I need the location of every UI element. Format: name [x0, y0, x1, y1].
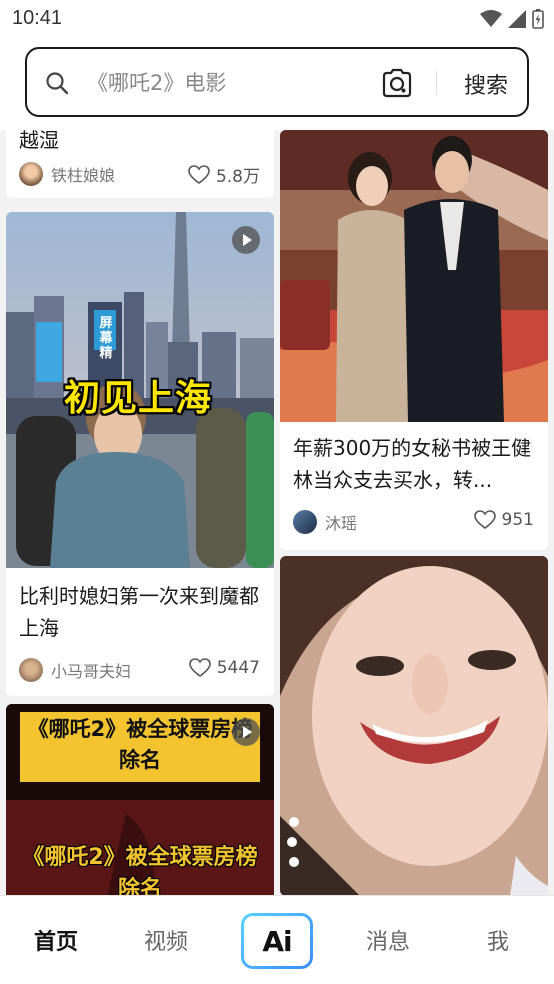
battery-icon — [532, 9, 544, 29]
author-name: 沐瑶 — [325, 514, 358, 533]
banquet-photo-image — [280, 130, 548, 422]
feed-card[interactable]: 越湿 铁柱娘娘 5.8万 — [6, 130, 274, 198]
wifi-icon — [480, 10, 502, 27]
portrait-photo-image — [280, 556, 548, 895]
feed[interactable]: 越湿 铁柱娘娘 5.8万 屏幕精 初见上海 比利时媳妇第一次来到魔都上海 小马哥… — [0, 130, 554, 895]
search-input[interactable] — [87, 69, 377, 97]
feed-card[interactable]: 《哪吒2》被全球票房榜除名 《哪吒2》被全球票房榜除名 — [6, 704, 274, 895]
card-title: 越湿 — [19, 130, 59, 152]
card-image[interactable] — [280, 130, 548, 422]
camera-search-icon[interactable] — [380, 68, 414, 98]
signal-icon — [508, 10, 526, 28]
like-count: 5.8万 — [215, 167, 260, 187]
card-image[interactable]: 屏幕精 初见上海 — [6, 212, 274, 568]
like-count: 5447 — [216, 658, 260, 678]
feed-card[interactable] — [280, 556, 548, 895]
ai-label: Ai — [244, 916, 310, 966]
nav-home[interactable]: 首页 — [16, 924, 96, 956]
video-play-icon — [232, 226, 260, 254]
heart-icon — [188, 164, 210, 184]
search-icon — [46, 72, 69, 95]
search-area: 搜索 — [0, 40, 554, 130]
like-count: 951 — [501, 510, 534, 530]
like-button[interactable]: 5447 — [188, 658, 260, 678]
author-name: 铁柱娘娘 — [51, 166, 116, 185]
like-button[interactable]: 951 — [473, 510, 534, 530]
like-button[interactable]: 5.8万 — [188, 162, 260, 187]
search-box[interactable]: 搜索 — [25, 47, 529, 117]
card-author[interactable]: 沐瑶 — [293, 510, 357, 534]
feed-card[interactable]: 屏幕精 初见上海 比利时媳妇第一次来到魔都上海 小马哥夫妇 5447 — [6, 212, 274, 696]
card-image[interactable] — [280, 556, 548, 895]
news-banner-top-text: 《哪吒2》被全球票房榜除名 — [27, 717, 253, 772]
nav-me[interactable]: 我 — [458, 924, 538, 956]
feed-card[interactable]: 年薪300万的女秘书被王健林当众支去买水，转... 沐瑶 951 — [280, 130, 548, 550]
author-name: 小马哥夫妇 — [51, 662, 132, 681]
nav-video[interactable]: 视频 — [126, 924, 206, 956]
card-author[interactable]: 小马哥夫妇 — [19, 658, 131, 682]
card-title: 年薪300万的女秘书被王健林当众支去买水，转... — [293, 436, 532, 492]
heart-icon — [473, 510, 496, 529]
news-banner-bottom-text: 《哪吒2》被全球票房榜除名 — [22, 845, 258, 895]
status-bar: 10:41 — [0, 0, 554, 40]
avatar — [19, 658, 43, 682]
heart-icon — [188, 658, 211, 677]
card-author[interactable]: 铁柱娘娘 — [19, 162, 115, 186]
nav-ai-button[interactable]: Ai — [241, 913, 313, 969]
skyline-tower-text: 屏幕精 — [99, 316, 113, 361]
card-image[interactable]: 《哪吒2》被全球票房榜除名 《哪吒2》被全球票房榜除名 — [6, 704, 274, 895]
card-title: 比利时媳妇第一次来到魔都上海 — [19, 584, 259, 640]
avatar — [293, 510, 317, 534]
status-icons — [480, 9, 544, 29]
video-overlay-title: 初见上海 — [64, 378, 213, 419]
search-divider — [436, 71, 437, 95]
nav-messages[interactable]: 消息 — [348, 924, 428, 956]
status-time: 10:41 — [12, 7, 63, 29]
video-play-icon — [232, 718, 260, 746]
avatar — [19, 162, 43, 186]
bottom-nav: 首页 视频 Ai 消息 我 — [0, 895, 554, 984]
search-button[interactable]: 搜索 — [451, 67, 521, 101]
